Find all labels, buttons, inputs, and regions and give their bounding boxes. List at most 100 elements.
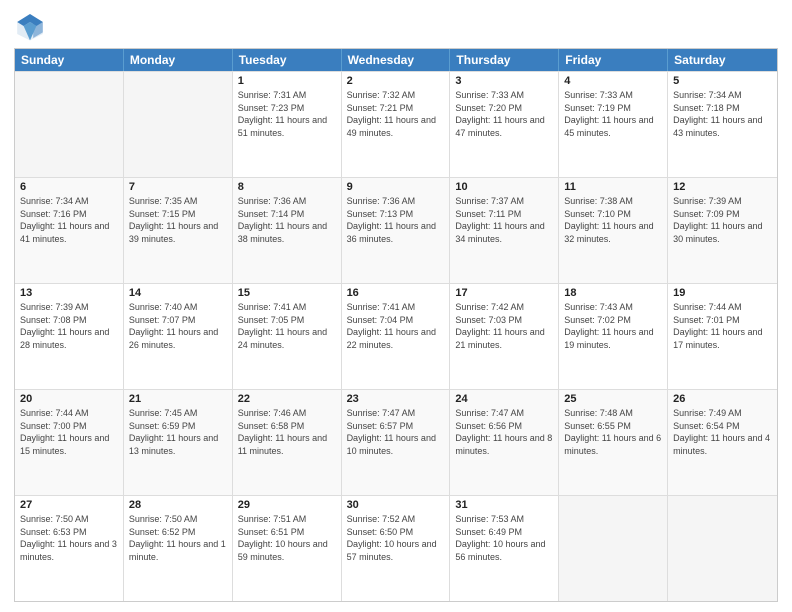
- cell-info: Sunrise: 7:41 AM Sunset: 7:04 PM Dayligh…: [347, 301, 445, 351]
- page: SundayMondayTuesdayWednesdayThursdayFrid…: [0, 0, 792, 612]
- cell-info: Sunrise: 7:50 AM Sunset: 6:52 PM Dayligh…: [129, 513, 227, 563]
- cell-day-number: 2: [347, 75, 445, 87]
- cal-week-4: 27Sunrise: 7:50 AM Sunset: 6:53 PM Dayli…: [15, 495, 777, 601]
- cell-day-number: 25: [564, 393, 662, 405]
- calendar-header-row: SundayMondayTuesdayWednesdayThursdayFrid…: [15, 49, 777, 71]
- cell-day-number: 19: [673, 287, 772, 299]
- cal-cell: 12 Sunrise: 7:39 AM Sunset: 7:09 PM Dayli…: [668, 178, 777, 283]
- cell-info: Sunrise: 7:42 AM Sunset: 7:03 PM Dayligh…: [455, 301, 553, 351]
- cell-info: Sunrise: 7:46 AM Sunset: 6:58 PM Dayligh…: [238, 407, 336, 457]
- cell-info: Sunrise: 7:49 AM Sunset: 6:54 PM Dayligh…: [673, 407, 772, 457]
- cell-day-number: 12: [673, 181, 772, 193]
- cal-header-saturday: Saturday: [668, 49, 777, 71]
- cal-cell: 26 Sunrise: 7:49 AM Sunset: 6:54 PM Dayli…: [668, 390, 777, 495]
- cal-cell: 11 Sunrise: 7:38 AM Sunset: 7:10 PM Dayli…: [559, 178, 668, 283]
- cal-header-sunday: Sunday: [15, 49, 124, 71]
- cell-info: Sunrise: 7:45 AM Sunset: 6:59 PM Dayligh…: [129, 407, 227, 457]
- cell-day-number: 7: [129, 181, 227, 193]
- cal-cell: 28Sunrise: 7:50 AM Sunset: 6:52 PM Dayli…: [124, 496, 233, 601]
- cell-info: Sunrise: 7:38 AM Sunset: 7:10 PM Dayligh…: [564, 195, 662, 245]
- cell-day-number: 11: [564, 181, 662, 193]
- cell-day-number: 14: [129, 287, 227, 299]
- cal-cell: 4 Sunrise: 7:33 AM Sunset: 7:19 PM Daylig…: [559, 72, 668, 177]
- cal-cell: 31 Sunrise: 7:53 AM Sunset: 6:49 PM Dayli…: [450, 496, 559, 601]
- cal-header-monday: Monday: [124, 49, 233, 71]
- cal-header-friday: Friday: [559, 49, 668, 71]
- cal-cell: [559, 496, 668, 601]
- cell-info: Sunrise: 7:53 AM Sunset: 6:49 PM Dayligh…: [455, 513, 553, 563]
- cell-day-number: 13: [20, 287, 118, 299]
- cal-week-0: 1 Sunrise: 7:31 AM Sunset: 7:23 PM Daylig…: [15, 71, 777, 177]
- cell-day-number: 26: [673, 393, 772, 405]
- cell-day-number: 8: [238, 181, 336, 193]
- cell-info: Sunrise: 7:31 AM Sunset: 7:23 PM Dayligh…: [238, 89, 336, 139]
- cal-cell: 30 Sunrise: 7:52 AM Sunset: 6:50 PM Dayli…: [342, 496, 451, 601]
- cal-cell: 19 Sunrise: 7:44 AM Sunset: 7:01 PM Dayli…: [668, 284, 777, 389]
- cal-cell: 14 Sunrise: 7:40 AM Sunset: 7:07 PM Dayli…: [124, 284, 233, 389]
- cell-info: Sunrise: 7:51 AM Sunset: 6:51 PM Dayligh…: [238, 513, 336, 563]
- cell-info: Sunrise: 7:36 AM Sunset: 7:13 PM Dayligh…: [347, 195, 445, 245]
- cell-info: Sunrise: 7:36 AM Sunset: 7:14 PM Dayligh…: [238, 195, 336, 245]
- cell-day-number: 3: [455, 75, 553, 87]
- cal-cell: 5Sunrise: 7:34 AM Sunset: 7:18 PM Daylig…: [668, 72, 777, 177]
- cell-day-number: 9: [347, 181, 445, 193]
- cell-day-number: 4: [564, 75, 662, 87]
- cal-cell: 25Sunrise: 7:48 AM Sunset: 6:55 PM Dayli…: [559, 390, 668, 495]
- cell-info: Sunrise: 7:33 AM Sunset: 7:19 PM Dayligh…: [564, 89, 662, 139]
- cal-cell: 1 Sunrise: 7:31 AM Sunset: 7:23 PM Daylig…: [233, 72, 342, 177]
- cell-info: Sunrise: 7:47 AM Sunset: 6:56 PM Dayligh…: [455, 407, 553, 457]
- cell-day-number: 21: [129, 393, 227, 405]
- cell-day-number: 15: [238, 287, 336, 299]
- cal-cell: 17 Sunrise: 7:42 AM Sunset: 7:03 PM Dayli…: [450, 284, 559, 389]
- cal-cell: 18Sunrise: 7:43 AM Sunset: 7:02 PM Dayli…: [559, 284, 668, 389]
- cell-info: Sunrise: 7:52 AM Sunset: 6:50 PM Dayligh…: [347, 513, 445, 563]
- cal-week-3: 20 Sunrise: 7:44 AM Sunset: 7:00 PM Dayli…: [15, 389, 777, 495]
- cell-day-number: 16: [347, 287, 445, 299]
- cell-info: Sunrise: 7:39 AM Sunset: 7:09 PM Dayligh…: [673, 195, 772, 245]
- cal-cell: 23 Sunrise: 7:47 AM Sunset: 6:57 PM Dayli…: [342, 390, 451, 495]
- cell-info: Sunrise: 7:32 AM Sunset: 7:21 PM Dayligh…: [347, 89, 445, 139]
- cell-info: Sunrise: 7:43 AM Sunset: 7:02 PM Dayligh…: [564, 301, 662, 351]
- cal-cell: [15, 72, 124, 177]
- cal-cell: 2 Sunrise: 7:32 AM Sunset: 7:21 PM Daylig…: [342, 72, 451, 177]
- cal-cell: 15Sunrise: 7:41 AM Sunset: 7:05 PM Dayli…: [233, 284, 342, 389]
- cal-header-wednesday: Wednesday: [342, 49, 451, 71]
- cal-cell: 9 Sunrise: 7:36 AM Sunset: 7:13 PM Daylig…: [342, 178, 451, 283]
- cell-day-number: 17: [455, 287, 553, 299]
- cell-info: Sunrise: 7:44 AM Sunset: 7:00 PM Dayligh…: [20, 407, 118, 457]
- cal-cell: [124, 72, 233, 177]
- cell-info: Sunrise: 7:33 AM Sunset: 7:20 PM Dayligh…: [455, 89, 553, 139]
- cal-week-2: 13 Sunrise: 7:39 AM Sunset: 7:08 PM Dayli…: [15, 283, 777, 389]
- cell-day-number: 31: [455, 499, 553, 511]
- cell-info: Sunrise: 7:44 AM Sunset: 7:01 PM Dayligh…: [673, 301, 772, 351]
- cell-day-number: 6: [20, 181, 118, 193]
- cell-info: Sunrise: 7:47 AM Sunset: 6:57 PM Dayligh…: [347, 407, 445, 457]
- cell-day-number: 30: [347, 499, 445, 511]
- cal-cell: 3 Sunrise: 7:33 AM Sunset: 7:20 PM Daylig…: [450, 72, 559, 177]
- cell-day-number: 20: [20, 393, 118, 405]
- cell-day-number: 10: [455, 181, 553, 193]
- cal-cell: 27Sunrise: 7:50 AM Sunset: 6:53 PM Dayli…: [15, 496, 124, 601]
- cell-info: Sunrise: 7:34 AM Sunset: 7:18 PM Dayligh…: [673, 89, 772, 139]
- cell-day-number: 29: [238, 499, 336, 511]
- cal-cell: [668, 496, 777, 601]
- calendar-body: 1 Sunrise: 7:31 AM Sunset: 7:23 PM Daylig…: [15, 71, 777, 601]
- cal-cell: 6 Sunrise: 7:34 AM Sunset: 7:16 PM Daylig…: [15, 178, 124, 283]
- cell-day-number: 1: [238, 75, 336, 87]
- calendar: SundayMondayTuesdayWednesdayThursdayFrid…: [14, 48, 778, 602]
- cal-cell: 22 Sunrise: 7:46 AM Sunset: 6:58 PM Dayli…: [233, 390, 342, 495]
- cal-cell: 10 Sunrise: 7:37 AM Sunset: 7:11 PM Dayli…: [450, 178, 559, 283]
- cell-info: Sunrise: 7:34 AM Sunset: 7:16 PM Dayligh…: [20, 195, 118, 245]
- cal-header-thursday: Thursday: [450, 49, 559, 71]
- cell-info: Sunrise: 7:40 AM Sunset: 7:07 PM Dayligh…: [129, 301, 227, 351]
- cal-header-tuesday: Tuesday: [233, 49, 342, 71]
- cell-day-number: 23: [347, 393, 445, 405]
- cell-info: Sunrise: 7:37 AM Sunset: 7:11 PM Dayligh…: [455, 195, 553, 245]
- cell-info: Sunrise: 7:39 AM Sunset: 7:08 PM Dayligh…: [20, 301, 118, 351]
- cell-day-number: 22: [238, 393, 336, 405]
- logo: [14, 10, 50, 42]
- cell-info: Sunrise: 7:50 AM Sunset: 6:53 PM Dayligh…: [20, 513, 118, 563]
- cal-cell: 21 Sunrise: 7:45 AM Sunset: 6:59 PM Dayli…: [124, 390, 233, 495]
- cell-day-number: 24: [455, 393, 553, 405]
- cal-cell: 7Sunrise: 7:35 AM Sunset: 7:15 PM Daylig…: [124, 178, 233, 283]
